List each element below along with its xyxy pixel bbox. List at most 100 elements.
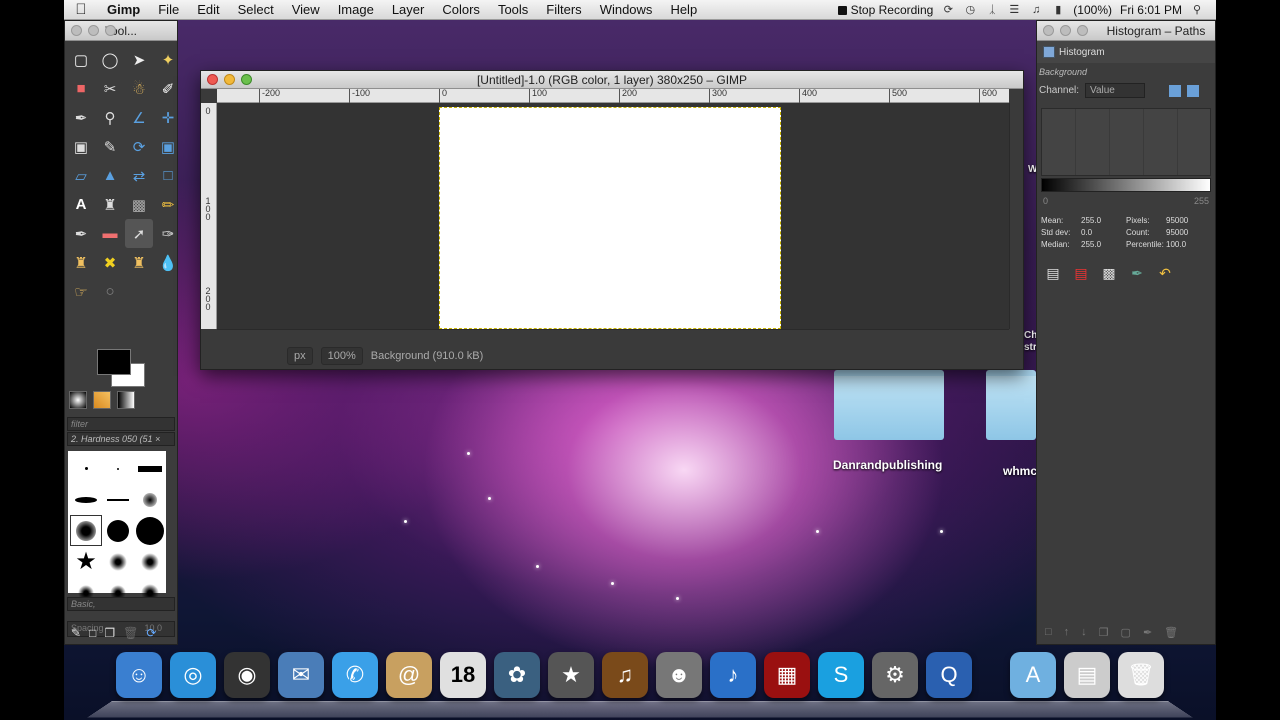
canvas-area[interactable] xyxy=(217,103,1009,329)
brush-item-selected[interactable] xyxy=(70,515,102,546)
crop-icon[interactable]: ✎ xyxy=(96,132,124,161)
apple-icon[interactable]:  xyxy=(64,1,98,18)
color-picker-icon[interactable]: ✒ xyxy=(67,103,95,132)
brush-item[interactable] xyxy=(102,484,134,515)
menu-filters[interactable]: Filters xyxy=(537,2,590,17)
documents-icon[interactable]: ▤ xyxy=(1064,652,1110,698)
garageband-icon[interactable]: ♫ xyxy=(602,652,648,698)
brush-icon[interactable]: ✒ xyxy=(1127,263,1147,283)
gimp-icon[interactable]: ☻ xyxy=(656,652,702,698)
lasso-icon[interactable]: ➤ xyxy=(125,45,153,74)
menu-select[interactable]: Select xyxy=(229,2,283,17)
close-button[interactable] xyxy=(1043,25,1054,36)
edit-brush-icon[interactable]: ✎ xyxy=(71,626,81,640)
brush-item[interactable] xyxy=(134,515,166,546)
fuzzy-select-icon[interactable]: ✦ xyxy=(154,45,182,74)
spotlight-icon[interactable]: ⚲ xyxy=(1190,4,1204,16)
brush-item[interactable] xyxy=(102,546,134,577)
perspective-clone-icon[interactable]: ♜ xyxy=(125,248,153,277)
clock[interactable]: Fri 6:01 PM xyxy=(1120,3,1182,17)
path-to-selection-icon[interactable]: ▢ xyxy=(1121,626,1131,640)
mail-icon[interactable]: ✉ xyxy=(278,652,324,698)
delete-icon[interactable]: 🗑 xyxy=(1164,626,1178,640)
brush-item[interactable]: ★ xyxy=(70,546,102,577)
airbrush-icon[interactable]: ➚ xyxy=(125,219,153,248)
dashboard-icon[interactable]: ◉ xyxy=(224,652,270,698)
folder-danrandpublishing[interactable] xyxy=(834,370,944,440)
trash-icon[interactable]: 🗑 xyxy=(1118,652,1164,698)
itunes-icon[interactable]: ♪ xyxy=(710,652,756,698)
log-histogram-icon[interactable] xyxy=(1187,84,1200,97)
foreground-select-icon[interactable]: ☃ xyxy=(125,74,153,103)
volume-icon[interactable]: ♫ xyxy=(1029,4,1043,16)
menu-colors[interactable]: Colors xyxy=(433,2,489,17)
horizontal-ruler[interactable]: -200 -100 0 100 200 300 400 500 600 xyxy=(217,89,1009,103)
close-button[interactable] xyxy=(71,25,82,36)
brush-item[interactable] xyxy=(102,515,134,546)
system-preferences-icon[interactable]: ⚙ xyxy=(872,652,918,698)
color-selector[interactable] xyxy=(97,349,147,389)
image-canvas[interactable] xyxy=(439,107,781,329)
foreground-color[interactable] xyxy=(97,349,131,375)
clone-icon[interactable]: ♜ xyxy=(67,248,95,277)
menu-edit[interactable]: Edit xyxy=(188,2,228,17)
zoom-select[interactable]: 100% xyxy=(320,347,363,365)
dock-titlebar[interactable]: Histogram – Paths xyxy=(1037,21,1215,41)
rotate-icon[interactable]: ⟳ xyxy=(125,132,153,161)
applications-folder-icon[interactable]: A xyxy=(1010,652,1056,698)
shear-icon[interactable]: ▱ xyxy=(67,161,95,190)
skype-icon[interactable]: S xyxy=(818,652,864,698)
minimize-button[interactable] xyxy=(1060,25,1071,36)
smudge-icon[interactable]: ☞ xyxy=(67,277,95,306)
photo-booth-icon[interactable]: ▦ xyxy=(764,652,810,698)
histogram-plot[interactable] xyxy=(1041,108,1211,176)
folder-whmc[interactable] xyxy=(986,370,1036,440)
zoom-button[interactable] xyxy=(241,74,252,85)
new-path-icon[interactable]: □ xyxy=(1045,626,1052,640)
unit-select[interactable]: px xyxy=(287,347,313,365)
blend-icon[interactable]: ▩ xyxy=(125,190,153,219)
brush-item[interactable] xyxy=(102,453,134,484)
flip-icon[interactable]: ⇄ xyxy=(125,161,153,190)
brush-tab-icon[interactable] xyxy=(69,391,87,409)
preset-field[interactable]: Basic, xyxy=(67,597,175,611)
scissors-icon[interactable]: ✂ xyxy=(96,74,124,103)
bluetooth-icon[interactable]: ᛣ xyxy=(985,4,999,16)
menu-tools[interactable]: Tools xyxy=(489,2,537,17)
blur-icon[interactable]: 💧 xyxy=(154,248,182,277)
safari-icon[interactable]: ◎ xyxy=(170,652,216,698)
zoom-button[interactable] xyxy=(1077,25,1088,36)
pattern-tab-icon[interactable] xyxy=(93,391,111,409)
sync-icon[interactable]: ⟳ xyxy=(941,4,955,16)
paths-icon[interactable]: ✐ xyxy=(154,74,182,103)
close-button[interactable] xyxy=(207,74,218,85)
lower-icon[interactable]: ↓ xyxy=(1081,626,1087,640)
value-gradient[interactable] xyxy=(1041,178,1211,192)
menu-image[interactable]: Image xyxy=(329,2,383,17)
vertical-ruler[interactable]: 0 100 200 xyxy=(201,103,217,329)
menu-windows[interactable]: Windows xyxy=(591,2,662,17)
imovie-icon[interactable]: ★ xyxy=(548,652,594,698)
ical-icon[interactable]: 18 xyxy=(440,652,486,698)
gradient-tab-icon[interactable] xyxy=(117,391,135,409)
ellipse-select-icon[interactable]: ◯ xyxy=(96,45,124,74)
linear-histogram-icon[interactable] xyxy=(1169,84,1182,97)
brush-item[interactable] xyxy=(70,484,102,515)
range-max[interactable]: 255 xyxy=(1194,196,1209,206)
menu-layer[interactable]: Layer xyxy=(383,2,434,17)
quicktime-icon[interactable]: Q xyxy=(926,652,972,698)
vertical-scrollbar[interactable] xyxy=(1009,103,1023,329)
paintbrush-icon[interactable]: ✒ xyxy=(67,219,95,248)
channel-select[interactable]: Value xyxy=(1085,83,1146,98)
menu-app[interactable]: Gimp xyxy=(98,2,149,17)
bucket-fill-icon[interactable]: ♜ xyxy=(96,190,124,219)
wifi-icon[interactable]: ☰ xyxy=(1007,4,1021,16)
brush-filter-field[interactable]: filter xyxy=(67,417,175,431)
ichat-icon[interactable]: ✆ xyxy=(332,652,378,698)
eraser-icon[interactable]: ▬ xyxy=(96,219,124,248)
brush-item[interactable] xyxy=(70,453,102,484)
iphoto-icon[interactable]: ✿ xyxy=(494,652,540,698)
menu-help[interactable]: Help xyxy=(661,2,706,17)
move-icon[interactable]: ✛ xyxy=(154,103,182,132)
ink-icon[interactable]: ✑ xyxy=(154,219,182,248)
